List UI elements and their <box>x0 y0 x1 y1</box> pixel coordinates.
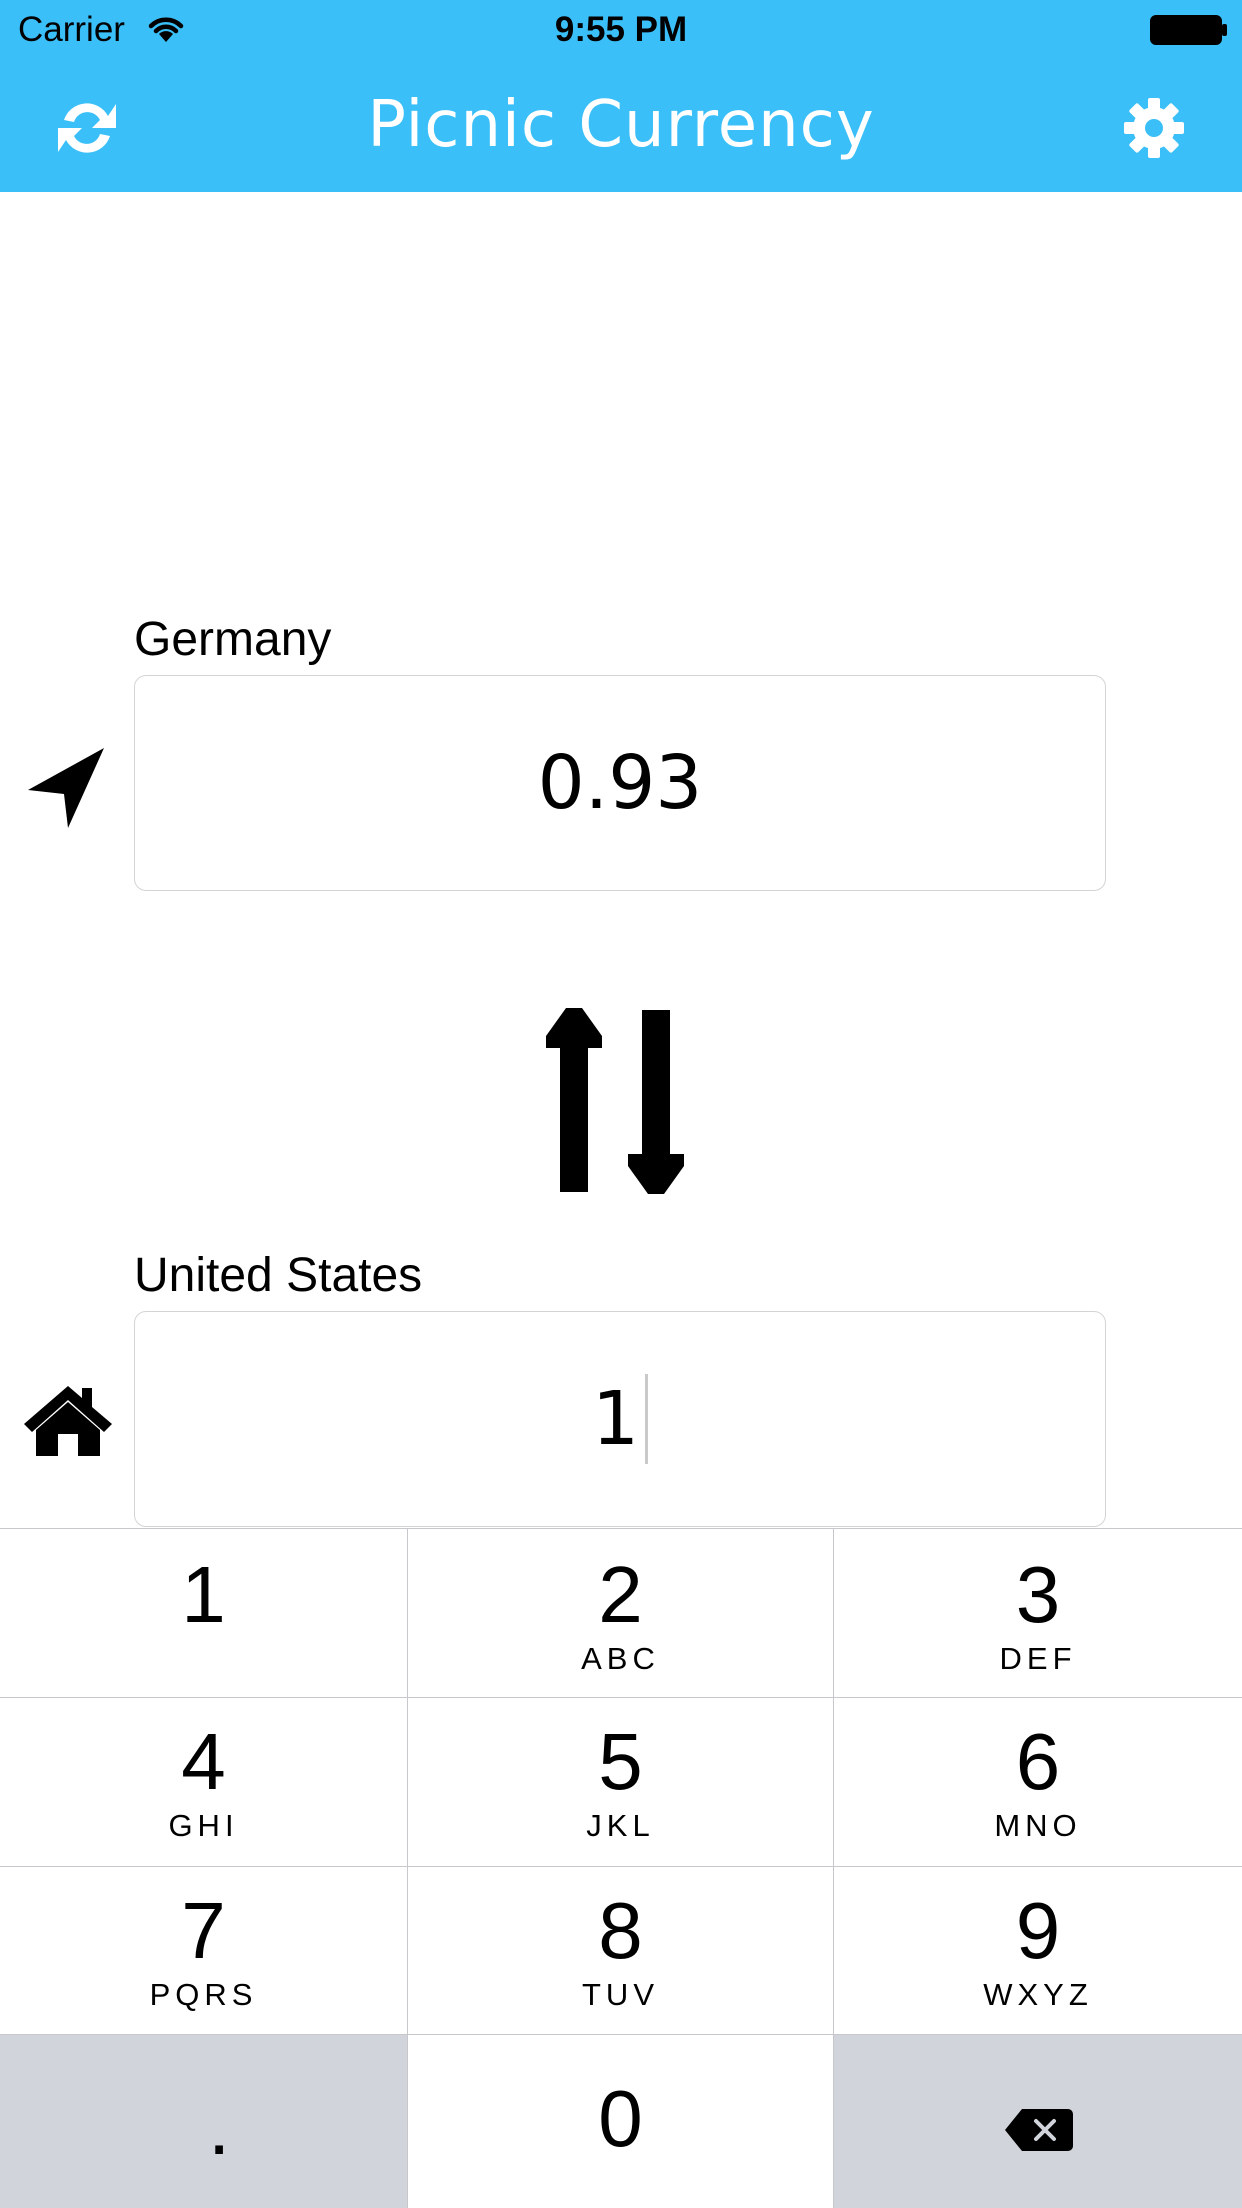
key-letters: JKL <box>586 1808 655 1843</box>
key-0[interactable]: 0 <box>408 2035 834 2208</box>
key-letters: GHI <box>168 1808 239 1843</box>
key-9[interactable]: 9 WXYZ <box>834 1867 1242 2035</box>
gear-icon[interactable] <box>1122 96 1186 160</box>
from-country-label: Germany <box>134 613 332 666</box>
status-clock: 9:55 PM <box>554 10 688 49</box>
to-amount-field[interactable]: 1 <box>134 1311 1106 1527</box>
key-letters: PQRS <box>149 1977 258 2012</box>
key-7[interactable]: 7 PQRS <box>0 1867 408 2035</box>
location-arrow-icon[interactable] <box>26 746 106 830</box>
key-digit: 4 <box>181 1717 226 1806</box>
to-country-label: United States <box>134 1249 423 1302</box>
key-8[interactable]: 8 TUV <box>408 1867 834 2035</box>
key-letters: MNO <box>994 1808 1082 1843</box>
key-4[interactable]: 4 GHI <box>0 1698 408 1867</box>
app-screen: Carrier 9:55 PM Picnic Currency Germany … <box>0 0 1242 2208</box>
key-2[interactable]: 2 ABC <box>408 1529 834 1698</box>
from-amount-field[interactable]: 0.93 <box>134 675 1106 891</box>
home-icon[interactable] <box>22 1382 114 1458</box>
numeric-keypad: 1 2 ABC 3 DEF 4 GHI 5 JKL 6 MNO 7 PQRS 8 <box>0 1528 1242 2208</box>
text-cursor <box>645 1374 649 1464</box>
key-digit: 9 <box>1015 1886 1061 1975</box>
key-letters: ABC <box>581 1641 660 1676</box>
key-digit: 2 <box>598 1550 643 1639</box>
from-amount-value: 0.93 <box>537 740 703 826</box>
to-amount-value: 1 <box>591 1376 640 1462</box>
header-bar: Carrier 9:55 PM Picnic Currency <box>0 0 1242 192</box>
key-decimal[interactable]: . <box>0 2035 408 2208</box>
key-digit: . <box>208 2082 231 2171</box>
swap-arrows-icon[interactable] <box>546 1008 684 1194</box>
status-bar: Carrier 9:55 PM <box>0 0 1242 60</box>
key-5[interactable]: 5 JKL <box>408 1698 834 1867</box>
key-digit: 1 <box>181 1550 226 1639</box>
key-digit: 3 <box>1015 1550 1061 1639</box>
key-6[interactable]: 6 MNO <box>834 1698 1242 1867</box>
key-backspace[interactable] <box>834 2035 1242 2208</box>
key-digit: 0 <box>598 2074 643 2163</box>
backspace-icon <box>1005 2109 1073 2151</box>
key-digit: 8 <box>598 1886 643 1975</box>
battery-icon <box>1150 15 1227 45</box>
key-letters: DEF <box>999 1641 1077 1676</box>
key-digit: 6 <box>1015 1717 1061 1806</box>
key-1[interactable]: 1 <box>0 1529 408 1698</box>
key-digit: 7 <box>181 1886 226 1975</box>
key-letters: TUV <box>582 1977 659 2012</box>
app-title: Picnic Currency <box>367 88 875 162</box>
key-letters: WXYZ <box>983 1977 1093 2012</box>
key-digit: 5 <box>598 1717 643 1806</box>
key-3[interactable]: 3 DEF <box>834 1529 1242 1698</box>
